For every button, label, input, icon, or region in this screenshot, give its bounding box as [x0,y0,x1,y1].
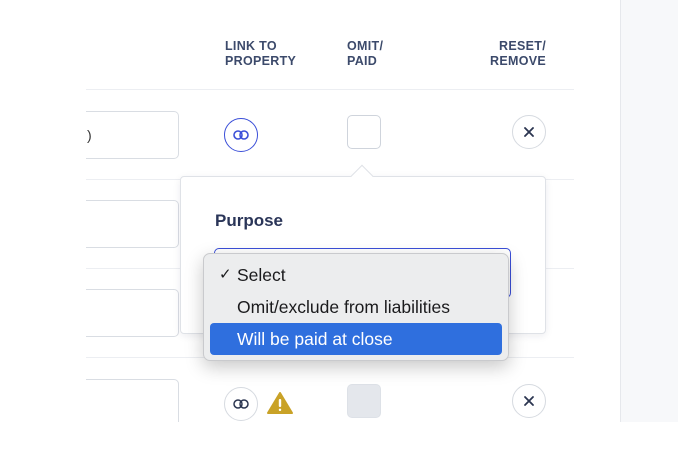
column-header-omit-paid: OMIT/PAID [347,39,384,68]
omit-paid-checkbox[interactable] [347,384,381,418]
dropdown-option-paid-at-close[interactable]: Will be paid at close [210,323,502,355]
dropdown-option-omit-exclude[interactable]: Omit/exclude from liabilities [210,291,502,323]
check-icon: ✓ [219,266,232,283]
column-header-link-to-property: LINK TO PROPERTY [225,39,297,68]
column-header-reset-remove: RESET/REMOVE [490,39,546,68]
reset-remove-button[interactable] [512,384,546,418]
purpose-label: Purpose [215,211,284,230]
link-to-property-button[interactable] [224,387,258,421]
omit-paid-checkbox[interactable] [347,115,381,149]
warning-icon [267,392,293,414]
amount-field[interactable]: ) [86,111,179,159]
page-bottom [0,422,678,450]
purpose-dropdown-menu: ✓ Select Omit/exclude from liabilities W… [203,253,509,361]
option-label: Will be paid at close [237,329,393,349]
link-to-property-button[interactable] [224,118,258,152]
amount-field[interactable] [86,289,179,337]
row-divider [86,89,574,90]
dropdown-option-select[interactable]: ✓ Select [210,259,502,291]
close-icon [524,127,534,137]
close-icon [524,396,534,406]
amount-field[interactable] [86,200,179,248]
option-label: Omit/exclude from liabilities [237,297,450,317]
link-icon [233,399,249,409]
option-label: Select [237,265,286,285]
side-panel [620,0,678,422]
reset-remove-button[interactable] [512,115,546,149]
field-value: ) [87,127,92,143]
link-icon [233,130,249,140]
